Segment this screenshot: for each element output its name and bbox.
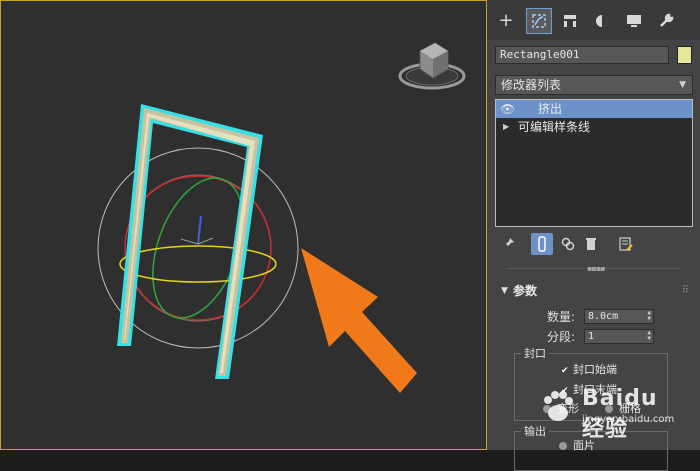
- segments-label: 分段:: [546, 330, 575, 344]
- motion-icon[interactable]: [589, 8, 615, 34]
- remove-modifier-icon[interactable]: [580, 233, 602, 255]
- object-color-swatch[interactable]: [677, 46, 692, 64]
- cap-end-checkbox[interactable]: ✔ 封口末端: [561, 382, 617, 398]
- configure-sets-icon[interactable]: [615, 233, 637, 255]
- stack-item-extrude[interactable]: 👁 挤出: [496, 100, 692, 118]
- stack-item-label: 挤出: [538, 102, 563, 116]
- hierarchy-icon[interactable]: [557, 8, 583, 34]
- checkbox-checked-icon[interactable]: ✔: [561, 367, 570, 376]
- amount-spinner[interactable]: 8.0cm ▲ ▼: [584, 309, 654, 324]
- command-panel: + Rectangle001 修改器列表 ▼ 👁 挤出 ▶ 可编辑样条线 ▪▪▪…: [487, 0, 700, 471]
- make-unique-icon[interactable]: [557, 233, 579, 255]
- morph-radio[interactable]: 变形: [543, 401, 579, 417]
- capping-group: 封口 ✔ 封口始端 ✔ 封口末端 变形 栅格: [514, 345, 668, 421]
- display-icon[interactable]: [621, 8, 647, 34]
- amount-label: 数量:: [546, 310, 575, 324]
- rollout-grip-icon: ⠿: [681, 285, 689, 296]
- segments-row: 分段: 1 ▲ ▼: [487, 329, 700, 345]
- capping-group-title: 封口: [521, 345, 549, 361]
- object-name-field[interactable]: Rectangle001: [495, 46, 669, 64]
- rollout-title: 参数: [513, 284, 538, 298]
- modify-icon[interactable]: [526, 8, 552, 34]
- morph-label: 变形: [557, 402, 579, 415]
- output-group-title: 输出: [521, 423, 549, 439]
- perspective-viewport[interactable]: [0, 0, 487, 450]
- stack-item-label: 可编辑样条线: [518, 120, 591, 134]
- eye-visibility-icon[interactable]: 👁: [500, 100, 515, 118]
- spinner-arrows-icon[interactable]: ▲ ▼: [647, 310, 651, 322]
- cap-end-label: 封口末端: [573, 383, 617, 396]
- viewcube-icon[interactable]: [398, 42, 466, 90]
- grid-label: 栅格: [619, 402, 641, 415]
- collapse-triangle-icon[interactable]: ▼: [501, 281, 508, 301]
- grid-radio[interactable]: 栅格: [605, 401, 641, 417]
- checkbox-checked-icon[interactable]: ✔: [561, 387, 570, 396]
- viewport-canvas: [97, 42, 466, 393]
- chevron-down-icon: ▼: [679, 80, 686, 90]
- orange-arrow-annotation: [301, 248, 417, 393]
- radio-icon[interactable]: [559, 442, 567, 450]
- modifier-list-dropdown[interactable]: 修改器列表 ▼: [495, 75, 693, 95]
- divider-grip-icon[interactable]: ▪▪▪▪: [587, 264, 606, 273]
- utilities-wrench-icon[interactable]: [653, 8, 679, 34]
- amount-row: 数量: 8.0cm ▲ ▼: [487, 309, 700, 325]
- segments-spinner[interactable]: 1 ▲ ▼: [584, 329, 654, 344]
- create-plus-icon[interactable]: +: [493, 8, 519, 34]
- patch-radio[interactable]: 面片: [559, 438, 595, 454]
- cap-start-label: 封口始端: [573, 363, 617, 376]
- parameters-rollout-header[interactable]: ▼ 参数 ⠿: [495, 281, 693, 301]
- modifier-list-label: 修改器列表: [501, 78, 562, 92]
- radio-icon[interactable]: [543, 405, 551, 413]
- output-group: 输出 面片: [514, 423, 668, 471]
- amount-value: 8.0cm: [588, 311, 619, 322]
- patch-label: 面片: [573, 439, 595, 452]
- cap-start-checkbox[interactable]: ✔ 封口始端: [561, 362, 617, 378]
- radio-icon[interactable]: [605, 405, 613, 413]
- stack-item-editable-spline[interactable]: ▶ 可编辑样条线: [496, 118, 692, 136]
- command-panel-tabs: +: [487, 0, 700, 40]
- pin-stack-icon[interactable]: [497, 233, 519, 255]
- spinner-arrows-icon[interactable]: ▲ ▼: [647, 330, 651, 342]
- show-end-result-icon[interactable]: [531, 233, 553, 255]
- modifier-stack: 👁 挤出 ▶ 可编辑样条线: [495, 99, 693, 227]
- segments-value: 1: [588, 331, 595, 342]
- stack-toolbar: [497, 233, 693, 257]
- expand-triangle-icon[interactable]: ▶: [503, 118, 509, 136]
